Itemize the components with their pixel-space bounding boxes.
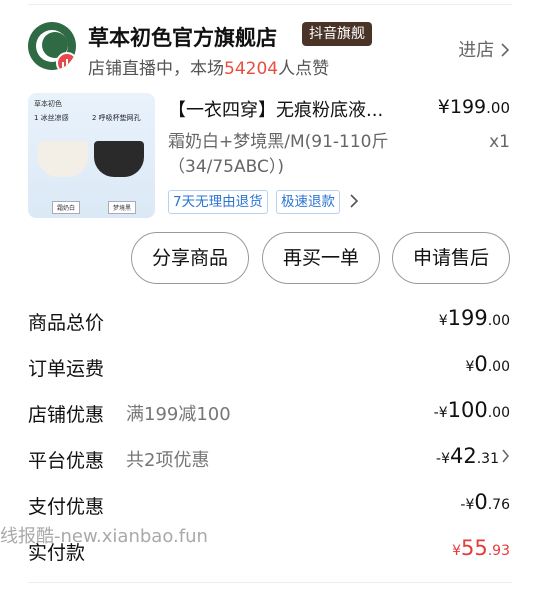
live-status: 店铺直播中，本场54204人点赞	[88, 59, 330, 79]
enter-shop-link[interactable]: 进店	[458, 36, 510, 62]
chevron-right-icon	[502, 449, 509, 463]
bra-white-image	[38, 141, 88, 177]
shipping-label: 订单运费	[28, 358, 105, 380]
payment-discount-value: -¥0.76	[460, 490, 510, 514]
goods-total-label: 商品总价	[28, 312, 105, 334]
product-price: ¥199.00	[437, 96, 510, 118]
buy-again-button[interactable]: 再买一单	[262, 232, 380, 284]
shop-discount-label: 店铺优惠	[28, 404, 105, 426]
thumb-label: 梦境黑	[108, 201, 137, 214]
like-count: 54204	[224, 59, 279, 79]
thumb-tag: 1 冰丝凉感	[34, 114, 69, 122]
shipping-value: ¥0.00	[465, 352, 510, 376]
shop-avatar[interactable]	[28, 22, 76, 70]
chevron-right-icon	[501, 43, 510, 57]
platform-discount-label: 平台优惠	[28, 450, 105, 472]
watermark-text: 线报酷-new.xianbao.fun	[0, 526, 208, 547]
live-indicator-icon	[56, 52, 76, 70]
product-image[interactable]: 草本初色 1 冰丝凉感 2 呼吸杯垫网孔 霜奶白 梦境黑	[28, 93, 155, 218]
thumb-brand: 草本初色	[34, 100, 62, 108]
top-divider	[28, 4, 512, 5]
goods-total-value: ¥199.00	[438, 306, 510, 330]
service-tag-return[interactable]: 7天无理由退货	[168, 190, 268, 214]
thumb-label: 霜奶白	[52, 201, 81, 214]
product-title[interactable]: 【一衣四穿】无痕粉底液...	[168, 96, 424, 122]
thumb-tag: 2 呼吸杯垫网孔	[92, 114, 141, 122]
product-spec: 霜奶白+梦境黑/M(91-110斤（34/75ABC）)	[168, 132, 389, 177]
flagship-badge: 抖音旗舰	[302, 22, 372, 46]
shop-discount-value: -¥100.00	[433, 398, 510, 422]
paid-amount-value: ¥55.93	[452, 536, 510, 560]
bra-black-image	[94, 141, 144, 177]
share-product-button[interactable]: 分享商品	[131, 232, 249, 284]
platform-discount-note: 共2项优惠	[126, 450, 210, 471]
after-sales-button[interactable]: 申请售后	[392, 232, 510, 284]
bottom-divider	[28, 582, 512, 583]
service-tag-refund[interactable]: 极速退款	[276, 190, 340, 214]
platform-discount-value[interactable]: -¥42.31	[436, 444, 510, 468]
chevron-right-icon[interactable]	[349, 193, 359, 209]
shop-discount-note: 满199减100	[126, 404, 231, 425]
payment-discount-label: 支付优惠	[28, 496, 105, 518]
product-quantity: x1	[489, 132, 510, 152]
shop-name[interactable]: 草本初色官方旗舰店	[88, 22, 277, 52]
